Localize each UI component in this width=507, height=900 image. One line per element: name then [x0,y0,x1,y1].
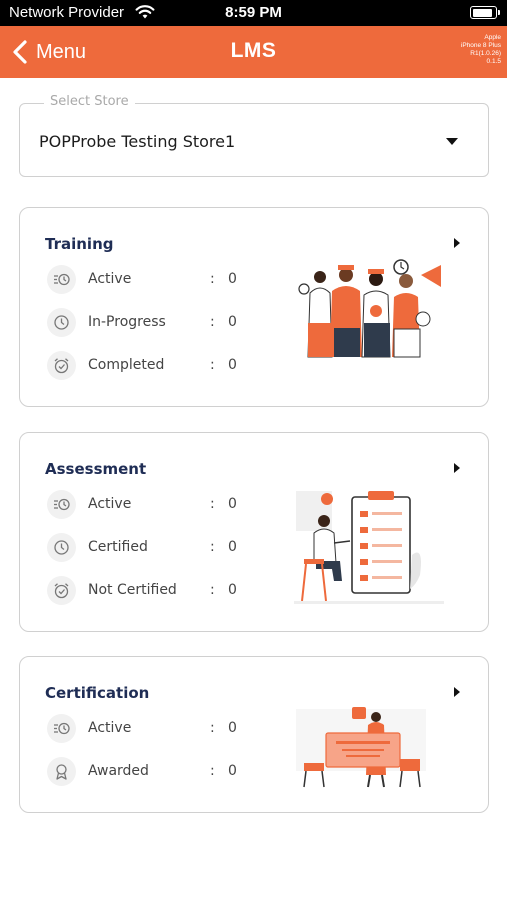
device-info-line: 0.1.5 [486,58,501,65]
row-label: Awarded [88,763,149,779]
row-value: 0 [228,271,237,287]
row-separator: : [210,271,215,287]
caret-right-icon [454,687,460,697]
store-select-label: Select Store [44,94,135,109]
row-value: 0 [228,720,237,736]
row-separator: : [210,763,215,779]
training-card[interactable]: Training Active : 0 In-Progress : 0 Comp… [19,207,489,407]
status-bar: Network Provider 8:59 PM [0,0,507,26]
alarm-check-icon [47,576,76,605]
row-separator: : [210,539,215,555]
certification-title: Certification [45,684,150,702]
page-title: LMS [230,39,277,62]
training-row-completed: Completed : 0 [47,351,247,381]
certification-award-illustration [296,707,426,788]
list-clock-icon [47,490,76,519]
nav-bar: Menu LMS Apple iPhone 8 Plus R1(1.0.26) … [0,26,507,78]
row-separator: : [210,496,215,512]
device-info: Apple iPhone 8 Plus R1(1.0.26) 0.1.5 [461,34,501,66]
row-label: Certified [88,539,148,555]
caret-right-icon [454,463,460,473]
row-value: 0 [228,496,237,512]
row-label: Completed [88,357,165,373]
row-value: 0 [228,539,237,555]
row-label: In-Progress [88,314,166,330]
caret-down-icon [446,138,458,145]
store-select[interactable]: Select Store POPProbe Testing Store1 [19,94,489,177]
device-info-line: iPhone 8 Plus [460,42,501,49]
training-team-illustration [296,253,446,358]
assessment-row-active: Active : 0 [47,490,247,520]
training-title: Training [45,235,114,253]
device-info-line: Apple [484,34,501,41]
list-clock-icon [47,265,76,294]
row-label: Active [88,271,132,287]
row-separator: : [210,720,215,736]
battery-icon [470,6,500,19]
certification-card[interactable]: Certification Active : 0 Awarded : 0 [19,656,489,813]
training-row-in-progress: In-Progress : 0 [47,308,247,338]
assessment-checklist-illustration [294,491,444,604]
row-value: 0 [228,357,237,373]
row-separator: : [210,357,215,373]
row-label: Not Certified [88,582,177,598]
row-value: 0 [228,314,237,330]
alarm-check-icon [47,351,76,380]
list-clock-icon [47,714,76,743]
row-separator: : [210,314,215,330]
award-icon [47,757,76,786]
clock-icon [47,533,76,562]
training-row-active: Active : 0 [47,265,247,295]
assessment-row-not-certified: Not Certified : 0 [47,576,247,606]
store-select-value: POPProbe Testing Store1 [39,132,236,151]
caret-right-icon [454,238,460,248]
clock-icon [47,308,76,337]
assessment-row-certified: Certified : 0 [47,533,247,563]
certification-row-awarded: Awarded : 0 [47,757,247,787]
row-label: Active [88,496,132,512]
clock-time: 8:59 PM [225,4,282,21]
certification-row-active: Active : 0 [47,714,247,744]
row-value: 0 [228,582,237,598]
row-separator: : [210,582,215,598]
device-info-line: R1(1.0.26) [470,50,501,57]
assessment-title: Assessment [45,460,147,478]
row-label: Active [88,720,132,736]
assessment-card[interactable]: Assessment Active : 0 Certified : 0 Not … [19,432,489,632]
row-value: 0 [228,763,237,779]
